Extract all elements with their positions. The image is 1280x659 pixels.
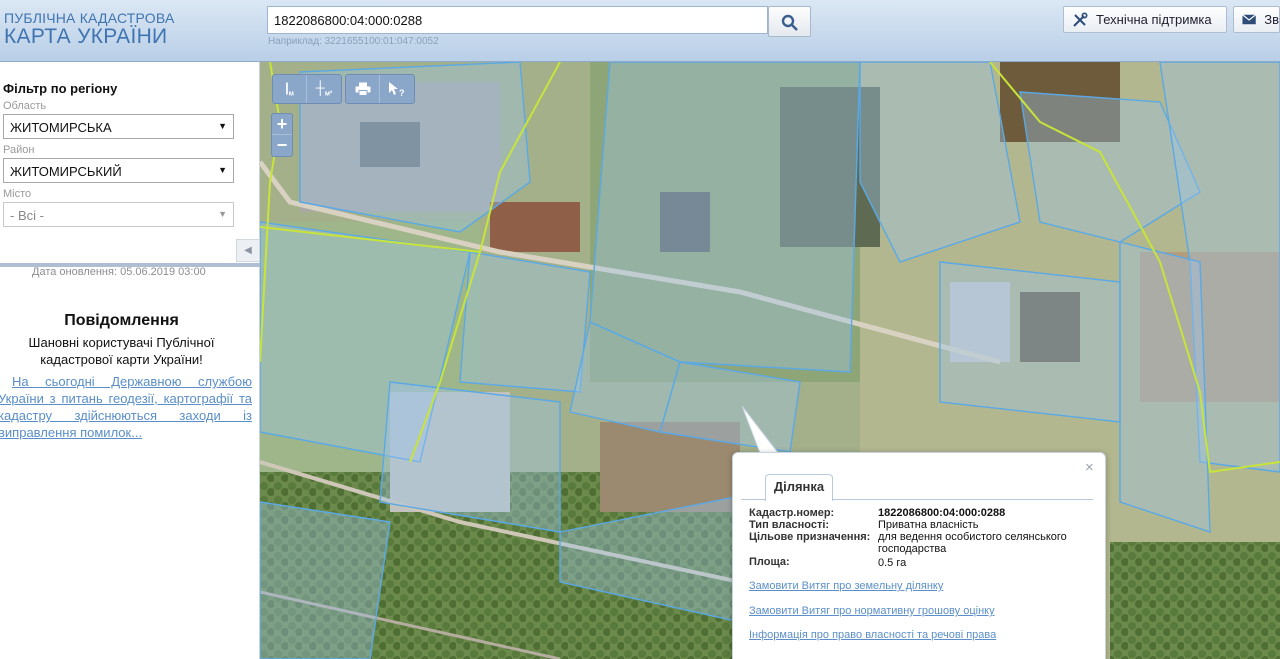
tab-parcel[interactable]: Ділянка	[765, 474, 833, 501]
area-value: 0.5 га	[878, 557, 907, 569]
notice-link[interactable]: На сьогодні Державною службою України з …	[0, 373, 252, 441]
notice-title: Повідомлення	[64, 312, 179, 329]
zoom-control: + −	[271, 113, 293, 157]
ruler-icon: |м	[285, 80, 294, 98]
district-select[interactable]: ЖИТОМИРСЬКИЙ ▼	[3, 158, 234, 183]
info-cursor-button[interactable]: ?	[380, 75, 414, 103]
logo-line1: ПУБЛІЧНА КАДАСТРОВА	[4, 10, 175, 26]
search-button[interactable]	[768, 6, 811, 37]
popup-pointer	[742, 406, 782, 458]
purpose-value: для ведення особистого селянського госпо…	[878, 531, 1067, 555]
zoom-out-button[interactable]: −	[272, 135, 292, 156]
region-value: ЖИТОМИРСЬКА	[10, 120, 112, 135]
order-parcel-extract-link[interactable]: Замовити Витяг про земельну ділянку	[749, 580, 943, 592]
ownership-info-link[interactable]: Інформація про право власності та речові…	[749, 629, 996, 641]
misc-tools: ?	[345, 74, 415, 104]
measure-tools: |м ┼м²	[272, 74, 342, 104]
cadastral-number-value: 1822086800:04:000:0288	[878, 507, 1006, 519]
printer-icon	[355, 82, 370, 96]
measure-distance-button[interactable]: |м	[273, 75, 307, 103]
chevron-down-icon: ▼	[218, 121, 227, 131]
region-label: Область	[3, 100, 47, 112]
close-icon[interactable]: ×	[1085, 459, 1094, 476]
zoom-in-button[interactable]: +	[272, 114, 292, 135]
district-value: ЖИТОМИРСЬКИЙ	[10, 164, 122, 179]
measure-area-button[interactable]: ┼м²	[307, 75, 341, 103]
print-button[interactable]	[346, 75, 380, 103]
feedback-label: Зв	[1264, 12, 1279, 27]
city-value: - Всі -	[10, 208, 44, 223]
sidebar: Фільтр по регіону Область ЖИТОМИРСЬКА ▼ …	[0, 62, 260, 659]
update-date: Дата оновлення: 05.06.2019 03:00	[32, 266, 206, 278]
area-icon: ┼м²	[315, 80, 333, 98]
district-label: Район	[3, 144, 35, 156]
app-header: ПУБЛІЧНА КАДАСТРОВА КАРТА УКРАЇНИ Наприк…	[0, 0, 1280, 62]
technical-support-label: Технічна підтримка	[1096, 12, 1212, 27]
map-toolbar: |м ┼м² ?	[272, 74, 418, 104]
tools-icon	[1073, 11, 1088, 27]
chevron-down-icon: ▼	[218, 209, 227, 219]
city-label: Місто	[3, 188, 32, 200]
ownership-type-label: Тип власності:	[749, 519, 830, 531]
cadastral-search-input[interactable]	[267, 6, 768, 34]
cursor-question-icon: ?	[389, 82, 405, 97]
logo-line2: КАРТА УКРАЇНИ	[4, 25, 168, 48]
chevron-down-icon: ▼	[218, 165, 227, 175]
technical-support-button[interactable]: Технічна підтримка	[1063, 6, 1227, 33]
envelope-icon	[1242, 14, 1257, 25]
search-icon	[781, 14, 798, 31]
region-select[interactable]: ЖИТОМИРСЬКА ▼	[3, 114, 234, 139]
feedback-button[interactable]: Зв	[1233, 6, 1280, 33]
order-valuation-extract-link[interactable]: Замовити Витяг про нормативну грошову оц…	[749, 605, 995, 617]
cadastral-number-label: Кадастр.номер:	[749, 507, 835, 519]
logo[interactable]: ПУБЛІЧНА КАДАСТРОВА КАРТА УКРАЇНИ	[4, 10, 175, 48]
collapse-sidebar-button[interactable]: ◀	[236, 239, 260, 262]
search-hint: Наприклад: 3221655100:01:047:0052	[268, 36, 439, 47]
area-label: Площа:	[749, 556, 790, 568]
city-select[interactable]: - Всі - ▼	[3, 202, 234, 227]
notice-greeting: Шановні користувачі Публічної кадастрово…	[28, 335, 215, 367]
filter-title: Фільтр по регіону	[3, 81, 118, 96]
ownership-type-value: Приватна власність	[878, 519, 979, 531]
purpose-label: Цільове призначення:	[749, 531, 871, 543]
chevron-left-icon: ◀	[244, 245, 252, 256]
svg-text:?: ?	[399, 88, 405, 97]
